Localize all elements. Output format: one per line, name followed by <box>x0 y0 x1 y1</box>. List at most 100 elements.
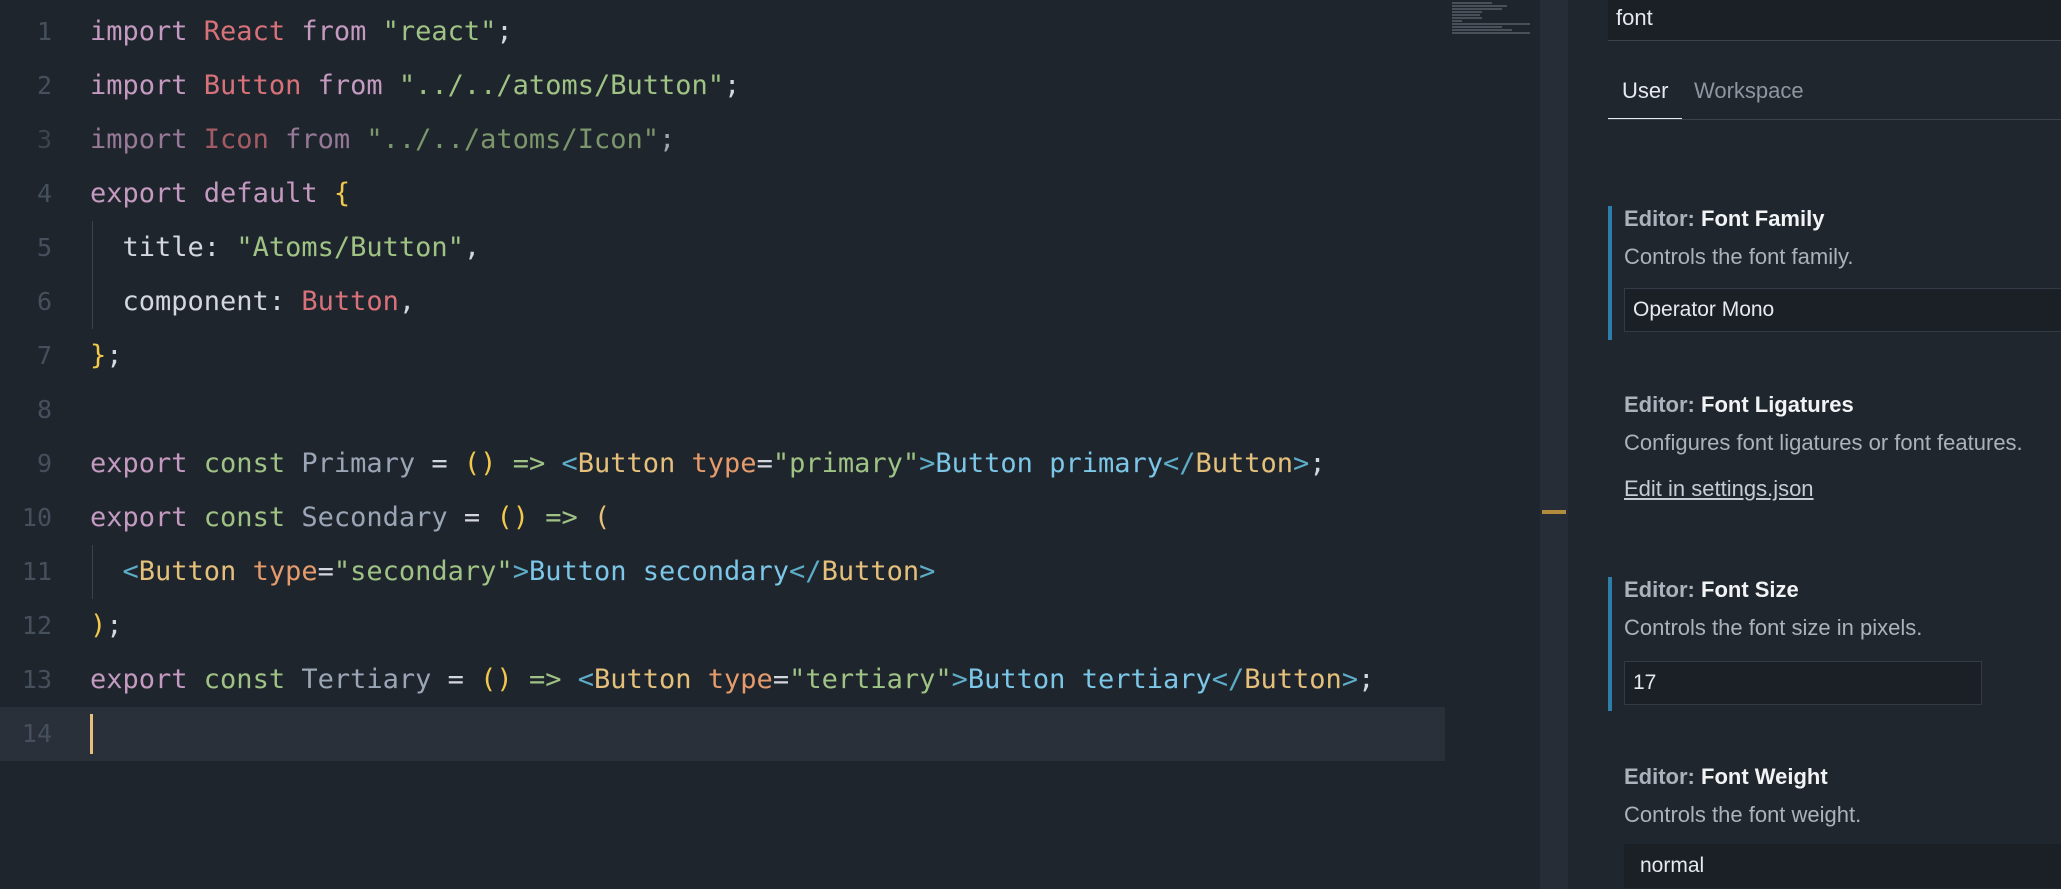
font-family-field[interactable] <box>1624 288 2061 332</box>
code-token: Button <box>821 556 920 587</box>
code-token: import <box>90 70 204 101</box>
setting-description: Controls the font size in pixels. <box>1624 615 1923 640</box>
code-line[interactable]: 3 import Icon from "../../atoms/Icon"; <box>0 113 1445 167</box>
code-line[interactable]: 10 export const Secondary = () => ( <box>0 491 1445 545</box>
tab-user[interactable]: User <box>1608 72 1683 120</box>
code-token: > <box>512 556 529 587</box>
code-token: type <box>236 556 318 587</box>
code-token: = <box>415 448 464 479</box>
setting-name: Font Size <box>1701 577 1799 602</box>
setting-category: Editor: <box>1624 577 1701 602</box>
settings-search-input[interactable] <box>1608 0 2061 36</box>
code-token: from <box>268 124 367 155</box>
code-token: </ <box>1162 448 1196 479</box>
code-text: <Button type="secondary">Button secondar… <box>90 545 936 599</box>
setting-category: Editor: <box>1624 392 1701 417</box>
code-token: > <box>1341 664 1359 695</box>
code-token: > <box>1293 448 1310 479</box>
tab-workspace[interactable]: Workspace <box>1680 72 1818 118</box>
line-number: 13 <box>21 665 52 694</box>
code-token: React <box>203 16 286 47</box>
code-line[interactable]: 2 import Button from "../../atoms/Button"… <box>0 59 1445 113</box>
modified-indicator <box>1608 577 1612 711</box>
code-line[interactable]: 13 export const Tertiary = () => <Button … <box>0 653 1445 707</box>
code-token: </ <box>789 556 822 587</box>
code-token: < <box>577 664 594 695</box>
code-text: }; <box>90 329 123 383</box>
line-number: 7 <box>36 341 52 370</box>
minimap[interactable] <box>1452 2 1532 34</box>
setting-category: Editor: <box>1624 764 1701 789</box>
code-line[interactable]: 14 <box>0 707 1445 761</box>
code-token: ; <box>658 124 676 155</box>
code-text: import React from "react"; <box>90 5 513 59</box>
line-number: 9 <box>36 449 52 478</box>
code-text: import Icon from "../../atoms/Icon"; <box>90 113 675 167</box>
code-line[interactable]: 4 export default { <box>0 167 1445 221</box>
text-cursor <box>90 714 93 754</box>
line-number: 12 <box>21 611 52 640</box>
code-token: default <box>203 178 334 209</box>
code-token: Icon <box>203 124 269 155</box>
settings-search-box[interactable] <box>1608 0 2061 41</box>
setting-description: Controls the font weight. <box>1624 802 1862 827</box>
editor-scrollbar[interactable] <box>1540 0 1568 889</box>
code-line[interactable]: 7}; <box>0 329 1445 383</box>
code-token: Button <box>203 70 302 101</box>
code-token: Button <box>1195 448 1294 479</box>
code-token: "react" <box>382 16 497 47</box>
code-token: = <box>431 664 481 695</box>
code-text: export const Tertiary = () => <Button ty… <box>90 653 1374 707</box>
code-token: < <box>122 556 139 587</box>
code-token: "secondary" <box>333 556 513 587</box>
code-line[interactable]: 6 component: Button, <box>0 275 1445 329</box>
code-token: "tertiary" <box>789 664 952 695</box>
code-token: => <box>528 502 594 533</box>
code-token: Button <box>593 664 692 695</box>
code-token: } <box>90 340 107 371</box>
setting-category: Editor: <box>1624 206 1701 231</box>
settings-scope-tabs: User Workspace <box>1608 72 2061 120</box>
setting-font-ligatures: Editor: Font Ligatures Configures font l… <box>1608 392 2061 522</box>
code-token: Button <box>138 556 237 587</box>
edit-in-settings-json-link[interactable]: Edit in settings.json <box>1624 476 1814 502</box>
code-token: ) <box>90 610 107 641</box>
code-line[interactable]: 5 title: "Atoms/Button", <box>0 221 1445 275</box>
code-token: const <box>203 664 302 695</box>
code-token: type <box>691 664 773 695</box>
code-token: > <box>951 664 968 695</box>
code-token: Button primary <box>935 448 1163 479</box>
code-token: = <box>756 448 773 479</box>
code-token: import <box>90 124 204 155</box>
code-token: const <box>203 502 302 533</box>
code-token: ( <box>593 502 611 533</box>
code-line[interactable]: 8 <box>0 383 1445 437</box>
code-line[interactable]: 12); <box>0 599 1445 653</box>
code-text: ); <box>90 599 123 653</box>
code-token: < <box>561 448 578 479</box>
code-token: export <box>90 664 204 695</box>
font-size-field[interactable] <box>1624 661 1982 705</box>
code-editor[interactable]: 1 import React from "react"; 2 import Butto… <box>0 0 1540 889</box>
setting-title: Editor: Font Weight <box>1624 764 1828 790</box>
code-token: : <box>203 232 237 263</box>
setting-title: Editor: Font Family <box>1624 206 1824 232</box>
code-line[interactable]: 9 export const Primary = () => <Button ty… <box>0 437 1445 491</box>
setting-description: Controls the font family. <box>1624 244 1854 269</box>
font-family-input[interactable] <box>1625 289 2061 331</box>
font-weight-select[interactable]: normal <box>1624 844 2061 888</box>
line-number: 4 <box>36 179 52 208</box>
code-token: export <box>90 448 204 479</box>
code-token: () <box>496 502 529 533</box>
code-text: export default { <box>90 167 350 221</box>
setting-title: Editor: Font Ligatures <box>1624 392 1854 418</box>
code-token: () <box>480 664 513 695</box>
code-line[interactable]: 11 <Button type="secondary">Button secon… <box>0 545 1445 599</box>
font-size-input[interactable] <box>1625 662 1981 704</box>
setting-description: Configures font ligatures or font featur… <box>1624 430 2023 455</box>
code-token: Secondary <box>301 502 448 533</box>
code-token: "primary" <box>772 448 920 479</box>
code-token: , <box>398 286 416 317</box>
code-text: component: Button, <box>90 275 416 329</box>
code-line[interactable]: 1 import React from "react"; <box>0 5 1445 59</box>
